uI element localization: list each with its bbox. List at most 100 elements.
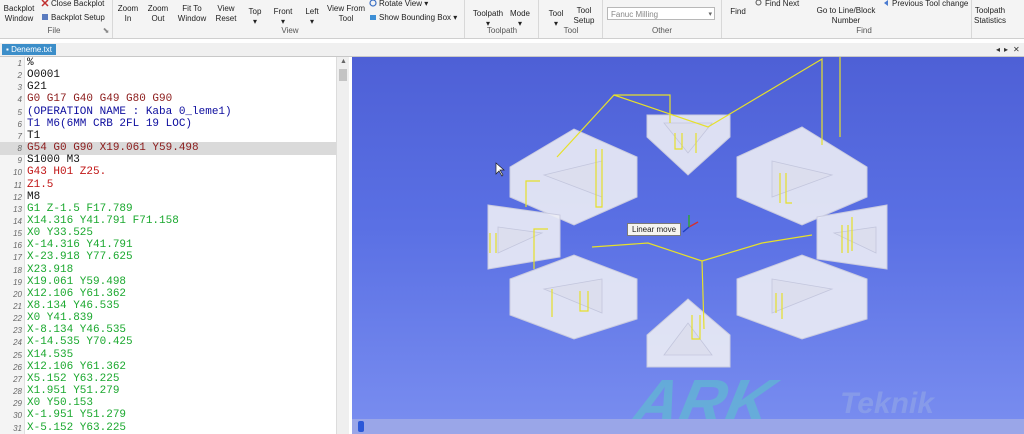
view-from-tool-button[interactable]: View From Tool — [326, 4, 366, 24]
code-text: T1 M6(6MM CRB 2FL 19 LOC) — [27, 117, 193, 130]
chevron-down-icon: ▾ — [708, 11, 712, 18]
line-number: 3 — [17, 83, 22, 93]
code-line[interactable]: 10 G43 H01 Z25. — [0, 166, 336, 179]
backplot-viewport[interactable]: Linear move ARK Teknik — [352, 57, 1024, 434]
nc-code-editor[interactable]: 1% 2 O0001 3 G21 4 G0 G17 G40 G49 G80 G90 5 (OPE… — [0, 57, 349, 434]
code-line[interactable]: 14 X14.316 Y41.791 F71.158 — [0, 215, 336, 228]
code-line[interactable]: 21 X8.134 Y46.535 — [0, 300, 336, 313]
line-number: 19 — [13, 277, 22, 287]
top-view-button[interactable]: Top ▾ — [244, 7, 266, 27]
zoom-out-button[interactable]: Zoom Out — [144, 4, 172, 24]
line-number: 24 — [13, 338, 22, 348]
code-text: X-8.134 Y46.535 — [27, 324, 127, 337]
backplot-setup-button[interactable]: Backplot Setup — [41, 13, 105, 23]
fit-to-window-button[interactable]: Fit To Window — [173, 4, 211, 24]
view-reset-button[interactable]: View Reset — [212, 4, 240, 24]
code-text: T1 — [27, 129, 41, 142]
code-line[interactable]: 8 G54 G0 G90 X19.061 Y59.498 — [0, 142, 336, 156]
code-text: G1 Z-1.5 F17.789 — [27, 202, 133, 215]
code-line[interactable]: 16 X-14.316 Y41.791 — [0, 239, 336, 252]
code-line[interactable]: 22 X0 Y41.839 — [0, 312, 336, 325]
setup-icon — [42, 14, 48, 20]
code-line[interactable]: 19 X19.061 Y59.498 — [0, 276, 336, 289]
code-text: G43 H01 Z25. — [27, 166, 107, 179]
playback-slider[interactable] — [352, 419, 1024, 434]
front-view-label: Front — [273, 7, 293, 16]
code-line[interactable]: 12 M8 — [0, 191, 336, 204]
code-line[interactable]: 15 X0 Y33.525 — [0, 227, 336, 240]
line-number: 23 — [13, 326, 22, 336]
line-number: 17 — [13, 253, 22, 263]
code-line[interactable]: 26 X12.106 Y61.362 — [0, 361, 336, 374]
find-button[interactable]: Find — [727, 7, 749, 17]
code-line[interactable]: 30 X-1.951 Y51.279 — [0, 409, 336, 422]
chevron-left-icon[interactable]: ◂ — [996, 43, 1000, 56]
show-bounding-box-button[interactable]: Show Bounding Box ▾ — [369, 13, 457, 23]
code-line[interactable]: 20 X12.106 Y61.362 — [0, 288, 336, 301]
code-text: X0 Y41.839 — [27, 312, 94, 325]
scroll-up-icon[interactable]: ▲ — [340, 58, 347, 65]
close-icon[interactable]: ✕ — [1013, 43, 1020, 56]
machine-select[interactable]: Fanuc Milling ▾ — [607, 7, 715, 20]
top-view-label: Top — [248, 7, 262, 16]
chevron-right-icon[interactable]: ▸ — [1004, 43, 1008, 56]
code-line[interactable]: 17 X-23.918 Y77.625 — [0, 251, 336, 264]
code-line[interactable]: 31 X-5.152 Y63.225 — [0, 422, 336, 434]
code-text: X5.152 Y63.225 — [27, 372, 120, 385]
backplot-window-button[interactable]: Backplot Window — [2, 4, 36, 24]
group-label-toolpath: Toolpath — [486, 26, 518, 35]
line-number: 16 — [13, 241, 22, 251]
code-line[interactable]: 23 X-8.134 Y46.535 — [0, 324, 336, 337]
front-view-button[interactable]: Front ▾ — [270, 7, 296, 27]
code-line[interactable]: 27 X5.152 Y63.225 — [0, 373, 336, 386]
previous-tool-change-button[interactable]: Previous Tool change — [882, 0, 968, 9]
find-next-button[interactable]: Find Next — [755, 0, 799, 9]
code-line[interactable]: 28 X1.951 Y51.279 — [0, 385, 336, 398]
left-view-button[interactable]: Left ▾ — [301, 7, 323, 27]
line-number: 30 — [13, 411, 22, 421]
line-number: 22 — [13, 314, 22, 324]
code-line[interactable]: 2 O0001 — [0, 69, 336, 82]
document-tab[interactable]: ▪ Deneme.txt — [2, 44, 56, 55]
line-number: 12 — [13, 192, 22, 202]
code-text: X-23.918 Y77.625 — [27, 251, 133, 264]
code-line[interactable]: 18 X23.918 — [0, 264, 336, 277]
rotate-view-label: Rotate View — [379, 0, 422, 8]
code-line[interactable]: 13 G1 Z-1.5 F17.789 — [0, 203, 336, 216]
editor-vertical-scrollbar[interactable]: ▲ — [336, 57, 349, 434]
go-to-line-button[interactable]: Go to Line/Block Number — [814, 6, 878, 26]
tool-label: Tool — [548, 9, 564, 18]
file-icon: ▪ — [6, 45, 9, 54]
backplot-setup-label: Backplot Setup — [51, 13, 105, 22]
tool-setup-button[interactable]: Tool Setup — [571, 6, 597, 26]
code-line[interactable]: 4 G0 G17 G40 G49 G80 G90 — [0, 93, 336, 106]
code-line[interactable]: 11 Z1.5 — [0, 179, 336, 192]
scrollbar-thumb[interactable] — [339, 69, 347, 81]
code-line[interactable]: 25 X14.535 — [0, 349, 336, 362]
code-line[interactable]: 3 G21 — [0, 81, 336, 94]
ribbon-group-labels: File ⬊ View Toolpath Tool Other Find — [0, 26, 1024, 38]
line-number: 5 — [17, 107, 22, 117]
line-number: 29 — [13, 399, 22, 409]
close-backplot-button[interactable]: Close Backplot — [41, 0, 104, 9]
chevron-down-icon: ▾ — [424, 0, 429, 8]
code-line[interactable]: 5 (OPERATION NAME : Kaba 0_leme1) — [0, 106, 336, 119]
toolpath-statistics-button[interactable]: Toolpath Statistics — [973, 6, 1007, 26]
code-line[interactable]: 24 X-14.535 Y70.425 — [0, 336, 336, 349]
chevron-down-icon: ▾ — [252, 17, 257, 26]
code-line[interactable]: 6 T1 M6(6MM CRB 2FL 19 LOC) — [0, 118, 336, 131]
line-number: 31 — [13, 423, 22, 433]
rotate-view-button[interactable]: Rotate View ▾ — [369, 0, 428, 9]
line-number: 26 — [13, 362, 22, 372]
code-line[interactable]: 9 S1000 M3 — [0, 154, 336, 167]
zoom-in-button[interactable]: Zoom In — [114, 4, 142, 24]
code-line[interactable]: 29 X0 Y50.153 — [0, 397, 336, 410]
line-number: 28 — [13, 387, 22, 397]
code-line[interactable]: 7 T1 — [0, 130, 336, 143]
group-label-file: File — [47, 26, 61, 35]
playback-slider-handle[interactable] — [358, 421, 364, 432]
show-bounding-box-label: Show Bounding Box — [379, 13, 452, 22]
line-number: 2 — [17, 71, 22, 81]
dialog-launcher-icon[interactable]: ⬊ — [102, 26, 110, 35]
code-line[interactable]: 1% — [0, 57, 336, 70]
